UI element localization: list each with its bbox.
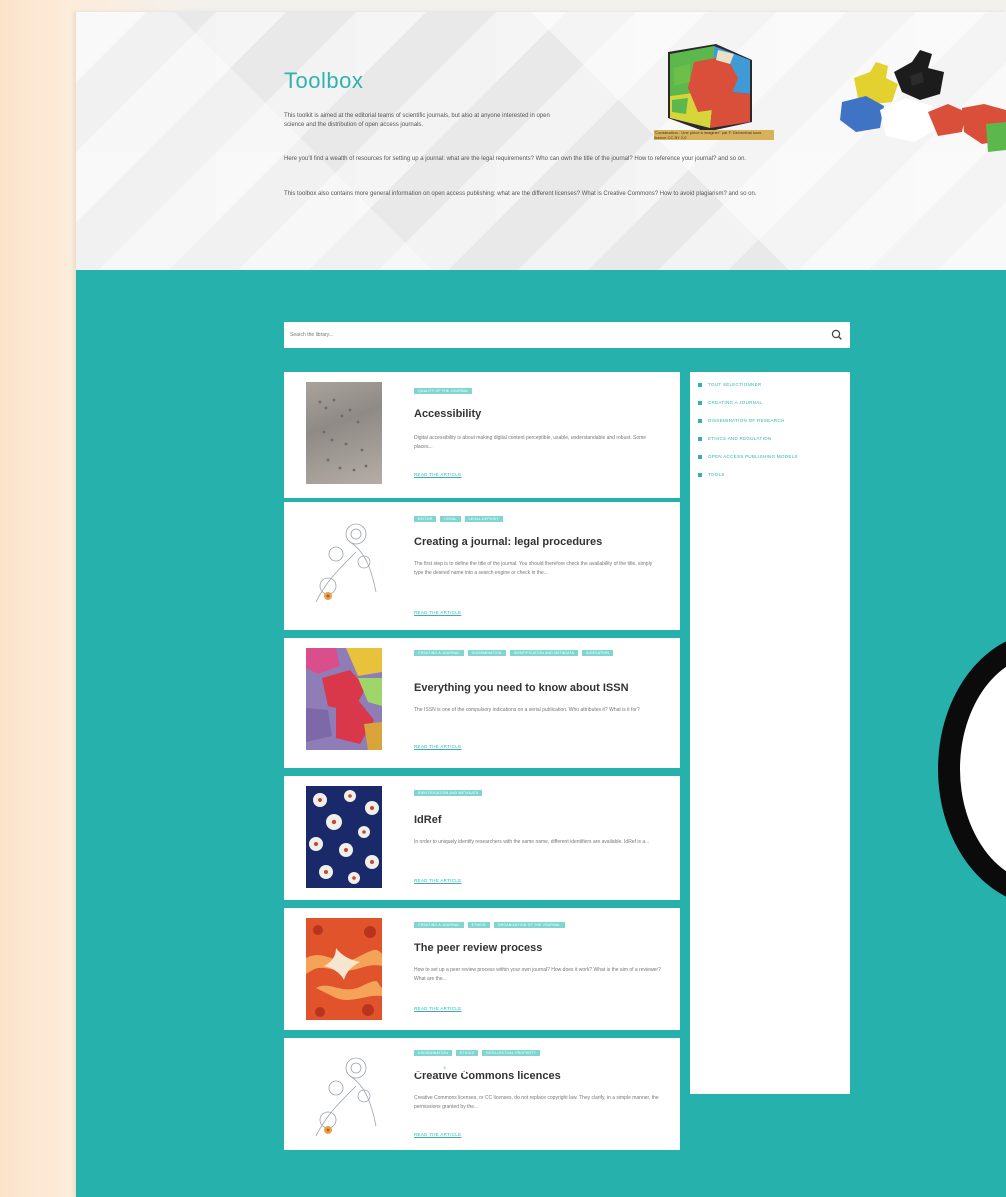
sidebar-item-tools[interactable]: Tools <box>698 472 850 478</box>
read-more-link[interactable]: Read the article <box>414 878 461 883</box>
intro-paragraph-3: This toolbox also contains more general … <box>284 191 757 197</box>
checkbox-icon <box>698 455 702 459</box>
checkbox-icon <box>698 419 702 423</box>
sidebar-item-creating-journal[interactable]: Creating a journal <box>698 400 850 406</box>
page: Toolbox This toolkit is aimed at the edi… <box>76 12 1006 1197</box>
image-caption: "Construction - Une pièce à imaginer" pa… <box>654 130 774 140</box>
page-title: Toolbox <box>284 68 364 93</box>
previous-page-button[interactable]: Previous <box>366 1061 391 1073</box>
page-button[interactable]: 5 <box>453 1061 466 1073</box>
hero-header: Toolbox This toolkit is aimed at the edi… <box>76 12 1006 270</box>
puzzle-pieces-image <box>840 50 1006 152</box>
page-button[interactable]: 7 <box>483 1061 496 1073</box>
article-tag[interactable]: Dissemination <box>467 650 506 656</box>
intro-paragraph-2: Here you'll find a wealth of resources f… <box>284 156 747 162</box>
fractal-image <box>306 918 382 1020</box>
search-bar <box>284 322 850 348</box>
main-content: Quality of the journal Accessibility Dig… <box>76 270 1006 1197</box>
sidebar-item-ethics[interactable]: Ethics and regulation <box>698 436 850 442</box>
current-page-button[interactable]: 4 <box>438 1061 451 1073</box>
circle-overlay-icon[interactable] <box>938 632 1006 906</box>
search-icon <box>831 329 842 340</box>
article-tag[interactable]: Intellectual property <box>482 1050 540 1056</box>
puzzle-cube-image <box>668 44 752 132</box>
article-tag[interactable]: Ethics <box>455 1050 479 1056</box>
article-title[interactable]: IdRef <box>414 814 442 826</box>
article-thumbnail <box>306 918 382 1020</box>
pagination: Previous 1 2 3 4 5 6 7 Next <box>366 1060 513 1074</box>
floral-drawing-image <box>315 523 377 603</box>
article-tag[interactable]: Legal deposit <box>464 516 503 522</box>
article-excerpt: Digital accessibility is about making di… <box>414 435 647 450</box>
article-excerpt: Creative Commons licenses, or CC license… <box>414 1095 659 1110</box>
article-excerpt: The first step is to define the title of… <box>414 561 653 576</box>
sidebar-item-select-all[interactable]: Tout sélectionner <box>698 382 850 388</box>
article-tag[interactable]: Organization of the journal <box>493 922 565 928</box>
puzzle-pieces-thumbnail <box>306 648 382 750</box>
article-title[interactable]: Accessibility <box>414 408 481 420</box>
article-tag[interactable]: Creating a journal <box>414 922 464 928</box>
next-page-button[interactable]: Next <box>499 1061 514 1073</box>
article-tag[interactable]: Editor <box>414 516 437 522</box>
read-more-link[interactable]: Read the article <box>414 472 461 477</box>
checkbox-icon <box>698 473 702 477</box>
article-thumbnail <box>306 648 382 750</box>
article-tag[interactable]: Dissemination <box>414 1050 452 1056</box>
article-title[interactable]: Everything you need to know about ISSN <box>414 682 629 694</box>
sidebar-item-dissemination[interactable]: Dissemination of research <box>698 418 850 424</box>
article-card-idref: Identification and metadata IdRef In ord… <box>284 776 680 900</box>
article-tag[interactable]: Identification and metadata <box>509 650 578 656</box>
article-tag[interactable]: Creating a journal <box>414 650 464 656</box>
read-more-link[interactable]: Read the article <box>414 744 461 749</box>
page-button[interactable]: 3 <box>423 1061 436 1073</box>
search-button[interactable] <box>830 328 844 342</box>
article-title[interactable]: Creating a journal: legal procedures <box>414 536 602 548</box>
checkbox-icon <box>698 401 702 405</box>
checkbox-icon <box>698 383 702 387</box>
read-more-link[interactable]: Read the article <box>414 610 461 615</box>
article-tag[interactable]: Legal <box>440 516 461 522</box>
article-excerpt: How to set up a peer review process with… <box>414 967 661 982</box>
article-card-issn: Creating a journal Dissemination Identif… <box>284 638 680 768</box>
article-card-creative-commons: Dissemination Ethics Intellectual proper… <box>284 1038 680 1150</box>
article-card-accessibility: Quality of the journal Accessibility Dig… <box>284 372 680 498</box>
braille-image <box>318 398 368 472</box>
article-thumbnail <box>306 786 382 888</box>
intro-paragraph-1: This toolkit is aimed at the editorial t… <box>284 113 550 128</box>
article-card-peer-review: Creating a journal Ethics Organization o… <box>284 908 680 1030</box>
sidebar-item-open-access[interactable]: Open access publishing models <box>698 454 850 460</box>
article-tag[interactable]: Indexation <box>582 650 614 656</box>
article-card-legal-procedures: Editor Legal Legal deposit Creating a jo… <box>284 502 680 630</box>
article-excerpt: In order to uniquely identify researcher… <box>414 839 650 845</box>
article-tag[interactable]: Ethics <box>467 922 490 928</box>
article-thumbnail <box>306 512 382 614</box>
article-tag[interactable]: Quality of the journal <box>414 388 473 394</box>
page-button[interactable]: 1 <box>393 1061 406 1073</box>
article-title[interactable]: The peer review process <box>414 942 542 954</box>
article-thumbnail <box>306 382 382 484</box>
read-more-link[interactable]: Read the article <box>414 1132 461 1137</box>
article-excerpt: The ISSN is one of the compulsory indica… <box>414 707 640 713</box>
checkbox-icon <box>698 437 702 441</box>
article-tag[interactable]: Identification and metadata <box>414 790 483 796</box>
page-button[interactable]: 2 <box>408 1061 421 1073</box>
category-sidebar: Tout sélectionner Creating a journal Dis… <box>690 372 850 1094</box>
read-more-link[interactable]: Read the article <box>414 1006 461 1011</box>
search-input[interactable] <box>288 328 810 342</box>
page-button[interactable]: 6 <box>468 1061 481 1073</box>
dandelion-pattern-image <box>306 786 382 888</box>
